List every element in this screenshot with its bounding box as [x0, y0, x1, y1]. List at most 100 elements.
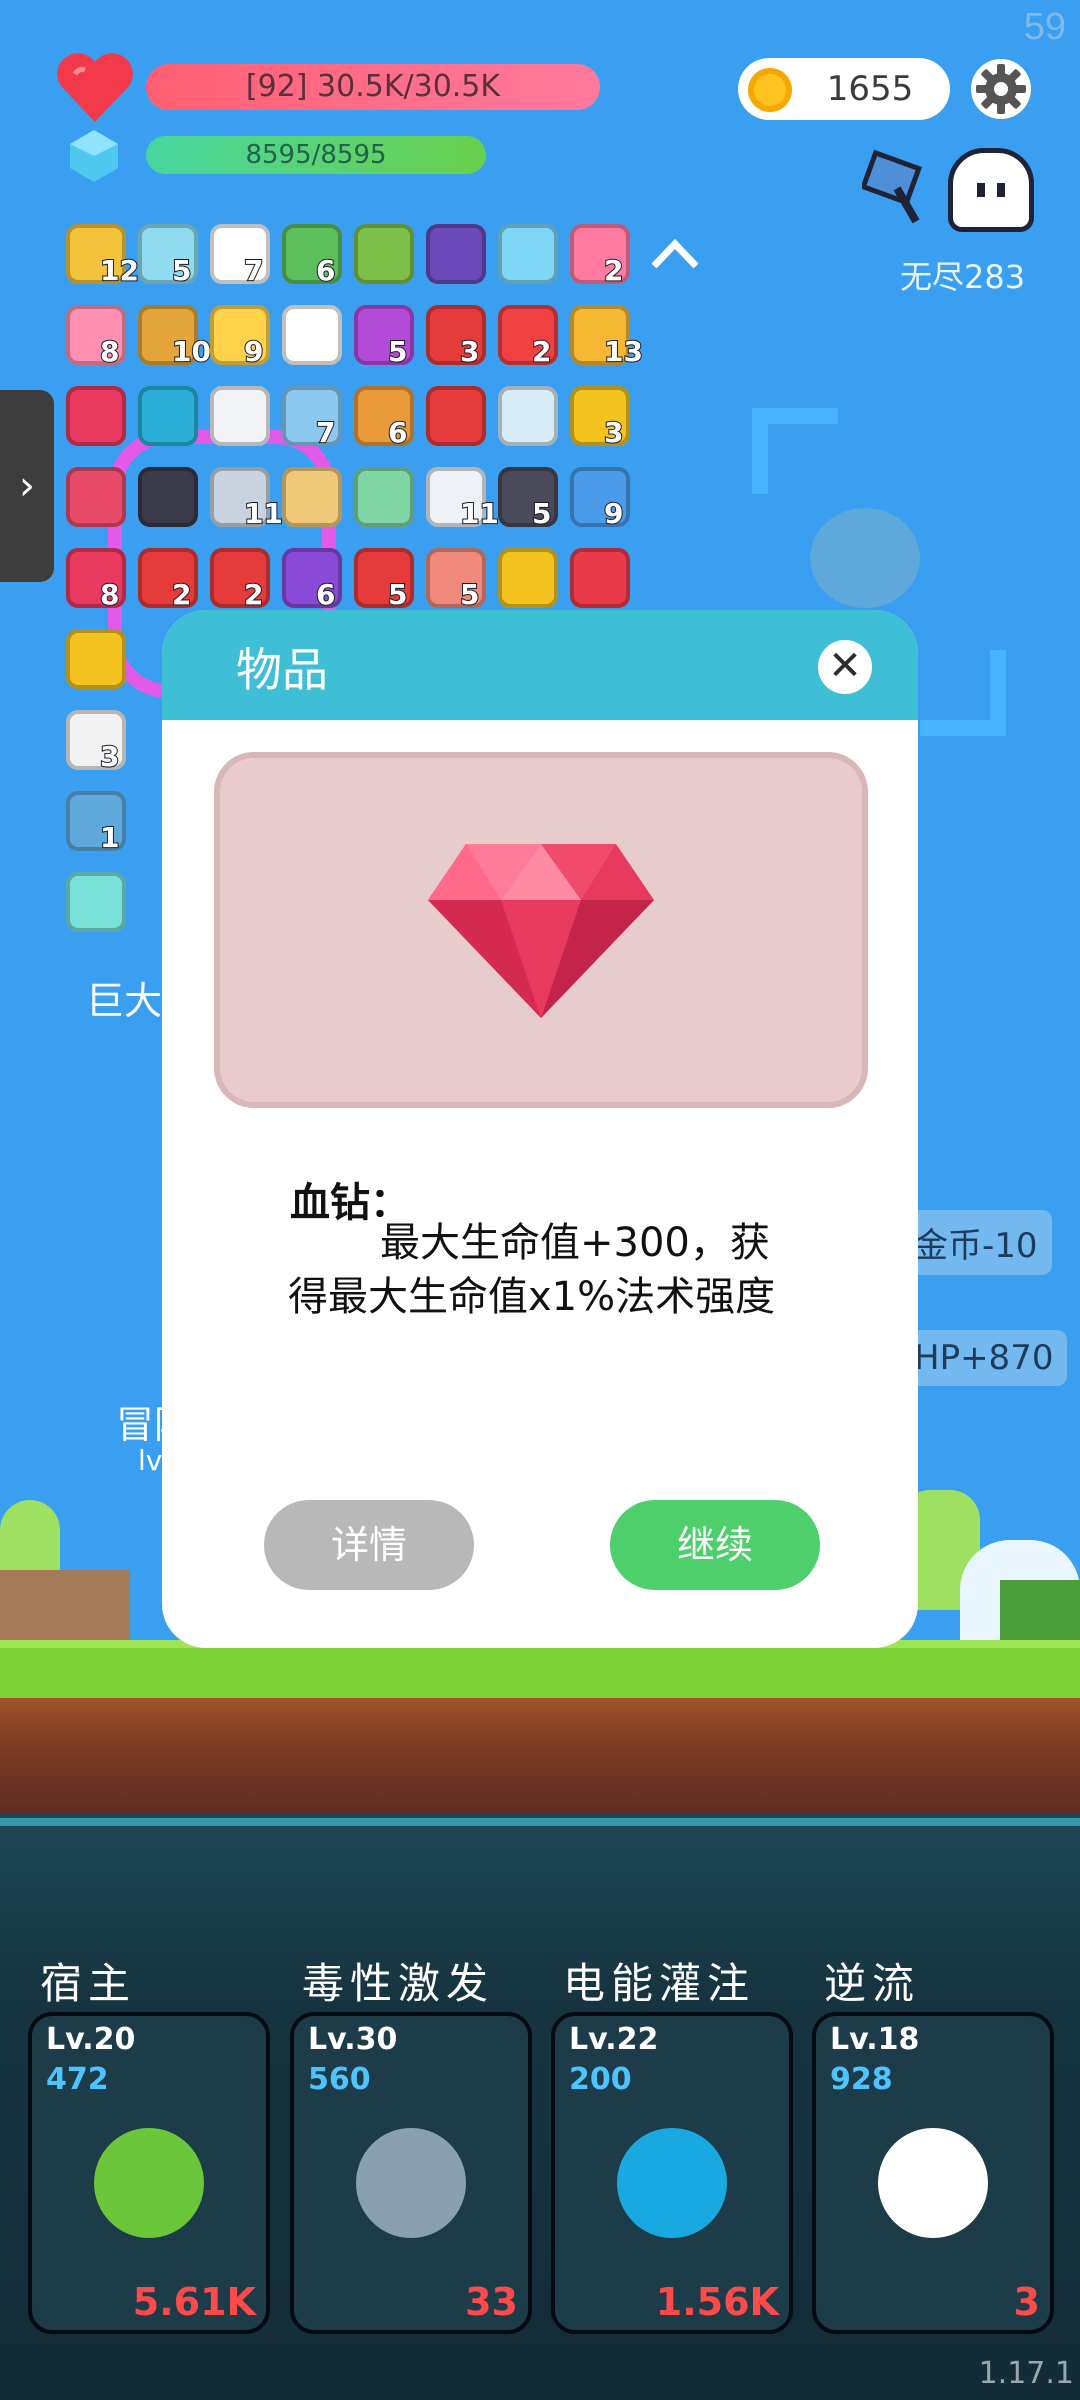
chevron-up-icon[interactable] [648, 234, 702, 274]
skill-name: 宿主 [40, 1959, 137, 2008]
item-count: 6 [315, 253, 337, 288]
blue-orb-icon[interactable] [498, 224, 558, 284]
version-label: 1.17.1 [978, 2356, 1074, 2391]
item-count: 11 [243, 496, 284, 531]
item-count: 6 [387, 415, 409, 450]
fps-counter: 59 [1023, 6, 1066, 48]
item-count: 9 [603, 496, 625, 531]
item-preview [214, 752, 868, 1108]
item-count: 7 [315, 415, 337, 450]
item-count: 7 [243, 253, 265, 288]
side-drawer-toggle[interactable]: › [0, 390, 54, 582]
skill-value: 928 [830, 2062, 893, 2097]
item-count: 5 [531, 496, 553, 531]
lightbulb-icon[interactable] [66, 872, 126, 932]
item-count: 2 [171, 577, 193, 612]
lightning-bolt-icon [617, 2128, 727, 2238]
bat-icon[interactable] [138, 467, 198, 527]
hp-bar: [92] 30.5K/30.5K [146, 64, 600, 110]
item-count: 3 [99, 739, 121, 774]
target-bracket [752, 408, 838, 494]
item-description: 最大生命值+300，获得最大生命值x1%法术强度 [288, 1220, 776, 1320]
item-count: 5 [459, 577, 481, 612]
dirt-ground [0, 1698, 1080, 1814]
coin-icon [748, 68, 792, 112]
skill-level: Lv.30 [308, 2022, 398, 2057]
continue-button[interactable]: 继续 [610, 1500, 820, 1590]
wizard-hat-icon[interactable] [426, 224, 486, 284]
item-count: 10 [171, 334, 212, 369]
item-count: 2 [603, 253, 625, 288]
item-count: 6 [315, 577, 337, 612]
skill-card[interactable]: Lv.22 200 1.56K [551, 2012, 793, 2334]
white-cloud-icon [878, 2128, 988, 2238]
discount-tag-icon[interactable] [570, 548, 630, 608]
item-count: 5 [171, 253, 193, 288]
germ-monster-icon [94, 2128, 204, 2238]
skill-card[interactable]: Lv.18 928 3 [812, 2012, 1054, 2334]
skill-name: 逆流 [824, 1959, 921, 2008]
heart-icon [57, 53, 133, 122]
tablet-icon[interactable] [282, 305, 342, 365]
skill-damage: 1.56K [655, 2280, 779, 2324]
grass-ground [0, 1640, 1080, 1698]
skill-level: Lv.18 [830, 2022, 920, 2057]
mana-bar: 8595/8595 [146, 136, 486, 174]
mana-gem-icon [70, 130, 118, 182]
item-dialog: 物品 ✕ 血钻： 最大生命值+300，获得最大生命值x1%法术强度 详情 继续 [162, 610, 918, 1648]
skill-card[interactable]: Lv.20 472 5.61K [28, 2012, 270, 2334]
pixel-flag-icon[interactable] [862, 146, 940, 226]
ghost-mode-icon[interactable] [948, 148, 1034, 232]
speech-bubble-icon[interactable] [138, 386, 198, 446]
skill-damage: 3 [1013, 2280, 1040, 2324]
skill-level: Lv.20 [46, 2022, 136, 2057]
scroll-icon[interactable] [282, 467, 342, 527]
close-button[interactable]: ✕ [818, 640, 872, 694]
character-level: lv [138, 1444, 163, 1477]
item-count: 8 [99, 577, 121, 612]
item-count: 9 [243, 334, 265, 369]
ring-icon[interactable] [498, 548, 558, 608]
potion-flask-icon[interactable] [354, 224, 414, 284]
jam-jar-icon[interactable] [66, 467, 126, 527]
item-count: 11 [459, 496, 500, 531]
coin-amount: 1655 [826, 69, 914, 109]
item-count: 3 [603, 415, 625, 450]
water-surface [0, 1818, 1080, 1826]
item-count: 1 [99, 820, 121, 855]
item-count: 13 [603, 334, 644, 369]
red-gem-icon[interactable] [66, 386, 126, 446]
skill-name: 毒性激发 [302, 1959, 495, 2008]
gear-icon[interactable] [970, 58, 1032, 120]
endless-stage-label: 无尽283 [900, 258, 1026, 296]
cloud-icon[interactable] [210, 386, 270, 446]
wind-lines-icon[interactable] [498, 386, 558, 446]
magnet-icon[interactable] [426, 386, 486, 446]
skill-card[interactable]: Lv.30 560 33 [290, 2012, 532, 2334]
item-count: 2 [243, 577, 265, 612]
skill-damage: 33 [465, 2280, 518, 2324]
dialog-title: 物品 [236, 643, 328, 697]
item-count: 5 [387, 334, 409, 369]
skill-name: 电能灌注 [563, 1959, 756, 2008]
skull-enemy [810, 508, 920, 608]
item-count: 8 [99, 334, 121, 369]
item-count: 3 [459, 334, 481, 369]
item-count: 5 [387, 577, 409, 612]
red-gem-icon [428, 844, 654, 1018]
skill-level: Lv.22 [569, 2022, 659, 2057]
horned-skull-helmet-icon [356, 2128, 466, 2238]
item-count: 2 [531, 334, 553, 369]
skill-value: 472 [46, 2062, 109, 2097]
hp-change-label: HP+870 [900, 1330, 1068, 1386]
target-bracket [920, 650, 1006, 736]
coin-change-label: 金币-10 [900, 1210, 1052, 1275]
magic-wand-icon[interactable] [66, 629, 126, 689]
skill-damage: 5.61K [132, 2280, 256, 2324]
skill-value: 560 [308, 2062, 371, 2097]
item-count: 12 [99, 253, 140, 288]
skill-value: 200 [569, 2062, 632, 2097]
alien-icon[interactable] [354, 467, 414, 527]
details-button[interactable]: 详情 [264, 1500, 474, 1590]
item-caption: 巨大 [86, 979, 163, 1023]
